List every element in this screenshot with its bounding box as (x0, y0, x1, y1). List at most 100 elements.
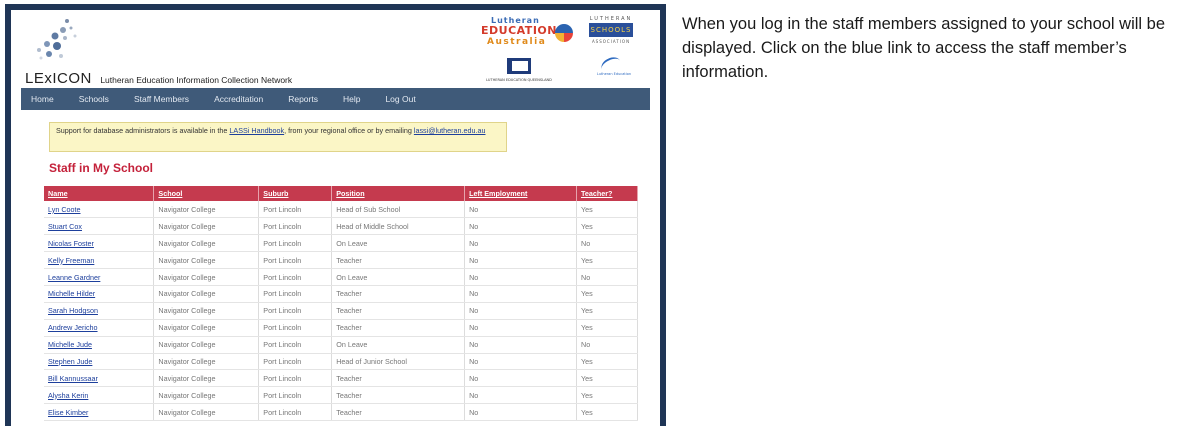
cell-teacher: Yes (576, 302, 638, 320)
cell-suburb: Port Lincoln (258, 201, 333, 219)
column-header-school[interactable]: School (153, 186, 260, 201)
cell-name[interactable]: Lyn Coote (44, 201, 155, 219)
cell-name[interactable]: Nicolas Foster (44, 234, 155, 253)
cell-left-employment: No (464, 386, 577, 405)
cell-position: Teacher (331, 386, 466, 405)
cell-school: Navigator College (153, 234, 260, 253)
table-row: Andrew Jericho Navigator College Port Linc… (44, 319, 638, 337)
leq-logo: LUTHERAN EDUCATION QUEENSLAND (479, 58, 559, 84)
cell-suburb: Port Lincoln (258, 234, 333, 253)
lesa-caption: Lutheran Education (596, 72, 632, 76)
column-header-left-employment[interactable]: Left Employment (464, 186, 577, 201)
cell-position: Head of Junior School (331, 353, 466, 371)
nav-log-out[interactable]: Log Out (385, 94, 415, 104)
leq-mark-icon (507, 58, 531, 74)
cell-left-employment: No (464, 319, 577, 337)
column-header-teacher[interactable]: Teacher? (576, 186, 638, 201)
cell-name[interactable]: Bill Kannussaar (44, 369, 155, 388)
cell-position: On Leave (331, 268, 466, 286)
table-row: Michelle Hilder Navigator College Port Lin… (44, 285, 638, 303)
cell-name[interactable]: Elise Kimber (44, 403, 155, 422)
column-header-suburb[interactable]: Suburb (258, 186, 333, 201)
cell-teacher: Yes (576, 353, 638, 371)
cell-name[interactable]: Alysha Kerin (44, 386, 155, 405)
cell-position: Teacher (331, 369, 466, 388)
cell-school: Navigator College (153, 403, 260, 422)
column-header-name[interactable]: Name (44, 186, 155, 201)
cell-school: Navigator College (153, 217, 260, 236)
cell-left-employment: No (464, 353, 577, 371)
nav-home[interactable]: Home (31, 94, 54, 104)
cell-teacher: No (576, 268, 638, 286)
table-body: Lyn Coote Navigator College Port Lincoln He… (44, 201, 638, 422)
cell-position: Teacher (331, 302, 466, 320)
column-header-position[interactable]: Position (331, 186, 466, 201)
cell-teacher: Yes (576, 319, 638, 337)
cell-left-employment: No (464, 336, 577, 354)
cell-name[interactable]: Andrew Jericho (44, 319, 155, 337)
table-row: Alysha Kerin Navigator College Port Lincol… (44, 386, 638, 405)
cell-teacher: Yes (576, 369, 638, 388)
cell-left-employment: No (464, 234, 577, 253)
lassi-email-link[interactable]: lassi@lutheran.edu.au (414, 126, 486, 135)
lexicon-dots-logo (37, 19, 77, 60)
cell-left-employment: No (464, 369, 577, 388)
cell-name[interactable]: Michelle Jude (44, 336, 155, 354)
cell-teacher: Yes (576, 285, 638, 303)
cell-name[interactable]: Stuart Cox (44, 217, 155, 236)
cell-school: Navigator College (153, 251, 260, 270)
nav-staff-members[interactable]: Staff Members (134, 94, 189, 104)
cell-position: Teacher (331, 403, 466, 422)
notice-text-2: , from your regional office or by emaili… (284, 126, 414, 135)
nav-reports[interactable]: Reports (288, 94, 318, 104)
cell-suburb: Port Lincoln (258, 386, 333, 405)
cell-name[interactable]: Kelly Freeman (44, 251, 155, 270)
cell-school: Navigator College (153, 369, 260, 388)
cell-name[interactable]: Sarah Hodgson (44, 302, 155, 320)
cell-teacher: Yes (576, 217, 638, 236)
cell-school: Navigator College (153, 201, 260, 219)
cell-school: Navigator College (153, 386, 260, 405)
globe-icon (555, 24, 573, 42)
cell-position: Head of Middle School (331, 217, 466, 236)
cell-suburb: Port Lincoln (258, 403, 333, 422)
cell-left-employment: No (464, 285, 577, 303)
brand-name: LExICON (25, 70, 92, 87)
cell-position: Teacher (331, 319, 466, 337)
site-header: LExICON Lutheran Education Information C… (11, 10, 660, 88)
cell-suburb: Port Lincoln (258, 217, 333, 236)
cell-school: Navigator College (153, 336, 260, 354)
table-row: Lyn Coote Navigator College Port Lincoln He… (44, 201, 638, 219)
nav-accreditation[interactable]: Accreditation (214, 94, 263, 104)
table-row: Nicolas Foster Navigator College Port Linc… (44, 234, 638, 253)
lutheran-schools-logo: LUTHERAN SCHOOLS ASSOCIATION (581, 16, 641, 48)
cell-school: Navigator College (153, 353, 260, 371)
cell-left-employment: No (464, 268, 577, 286)
table-row: Leanne Gardner Navigator College Port Linc… (44, 268, 638, 286)
brand-full-name: Lutheran Education Information Collectio… (100, 75, 293, 85)
nav-help[interactable]: Help (343, 94, 360, 104)
table-row: Sarah Hodgson Navigator College Port Linco… (44, 302, 638, 320)
cell-teacher: Yes (576, 251, 638, 270)
support-notice: Support for database administrators is a… (49, 122, 507, 152)
cell-name[interactable]: Michelle Hilder (44, 285, 155, 303)
nav-schools[interactable]: Schools (79, 94, 109, 104)
lassi-handbook-link[interactable]: LASSi Handbook (229, 126, 284, 135)
ls-bot: ASSOCIATION (591, 39, 631, 44)
cell-left-employment: No (464, 201, 577, 219)
table-row: Bill Kannussaar Navigator College Port Lin… (44, 369, 638, 388)
ls-mid: SCHOOLS (589, 23, 633, 37)
cell-name[interactable]: Stephen Jude (44, 353, 155, 371)
lea-line3: Australia (487, 37, 547, 47)
cell-name[interactable]: Leanne Gardner (44, 268, 155, 286)
cell-suburb: Port Lincoln (258, 251, 333, 270)
page-title: Staff in My School (49, 161, 154, 175)
cell-teacher: Yes (576, 403, 638, 422)
cell-suburb: Port Lincoln (258, 353, 333, 371)
cell-teacher: No (576, 336, 638, 354)
cell-school: Navigator College (153, 285, 260, 303)
cell-left-employment: No (464, 302, 577, 320)
table-row: Michelle Jude Navigator College Port Linco… (44, 336, 638, 354)
cell-position: On Leave (331, 234, 466, 253)
cell-suburb: Port Lincoln (258, 285, 333, 303)
